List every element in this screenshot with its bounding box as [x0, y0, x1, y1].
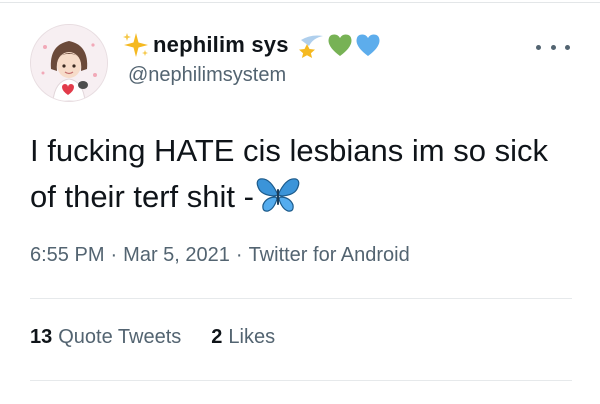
tweet-stats: 13 Quote Tweets 2 Likes [30, 326, 275, 349]
quote-tweets-label: Quote Tweets [58, 326, 182, 348]
likes-count: 2 [211, 326, 223, 348]
quote-tweets-stat[interactable]: 13 Quote Tweets [30, 326, 181, 349]
sparkles-icon [122, 31, 150, 59]
likes-stat[interactable]: 2 Likes [211, 326, 275, 349]
author-display-name[interactable]: nephilim sys [153, 32, 289, 58]
quote-tweets-count: 13 [30, 326, 53, 348]
shooting-star-icon [297, 32, 327, 58]
dot-icon [536, 44, 541, 50]
dot-icon [550, 44, 556, 50]
avatar-illustration [31, 25, 107, 101]
likes-label: Likes [228, 326, 276, 348]
tweet-source[interactable]: Twitter for Android [249, 244, 410, 266]
separator: · [235, 244, 243, 266]
separator: · [110, 244, 118, 266]
avatar[interactable] [30, 24, 108, 102]
divider [30, 298, 572, 299]
green-heart-icon [327, 33, 353, 57]
tweet-time[interactable]: 6:55 PM [30, 244, 104, 266]
top-divider [0, 2, 600, 3]
more-options-icon[interactable] [536, 40, 570, 54]
author-name-row[interactable]: nephilim sys [122, 30, 381, 60]
blue-heart-icon [355, 33, 381, 57]
divider [30, 380, 572, 381]
butterfly-icon [256, 175, 300, 228]
tweet-text: I fucking HATE cis lesbians im so sick o… [30, 128, 570, 228]
tweet-date[interactable]: Mar 5, 2021 [123, 244, 230, 266]
tweet-metadata: 6:55 PM · Mar 5, 2021 · Twitter for Android [30, 244, 410, 267]
author-handle[interactable]: @nephilimsystem [128, 64, 286, 87]
dot-icon [565, 44, 570, 50]
